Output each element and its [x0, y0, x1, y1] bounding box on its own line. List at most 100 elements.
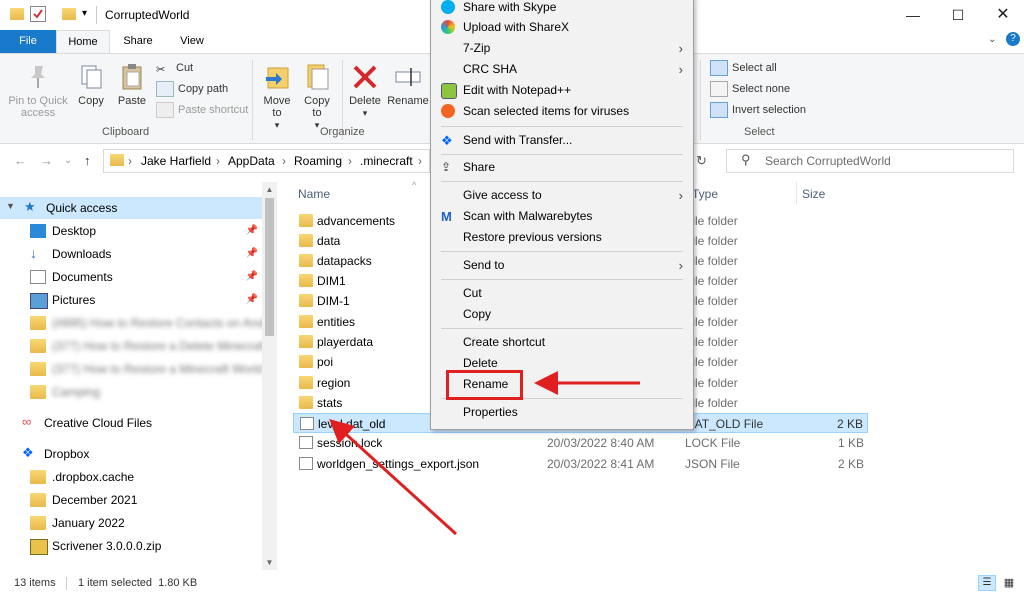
scroll-down-icon[interactable]: ▼ — [262, 555, 277, 570]
tab-file[interactable]: File — [0, 30, 56, 53]
menu-item-crc-sha[interactable]: CRC SHA › — [431, 59, 693, 80]
breadcrumb-item[interactable]: .minecraft — [360, 154, 413, 168]
copy-to-button[interactable]: Copy to ▾ — [300, 62, 334, 131]
chevron-right-icon[interactable]: › — [348, 154, 352, 168]
nav-blurred-item[interactable]: (377) How to Restore a Minecraft World — [30, 358, 263, 380]
menu-item-share[interactable]: ⇪ Share — [431, 157, 693, 178]
large-icons-view-icon[interactable]: ▦ — [1000, 575, 1018, 591]
search-box[interactable]: ⚲ Search CorruptedWorld — [726, 149, 1014, 173]
chevron-down-icon: ▾ — [274, 120, 280, 130]
cut-button[interactable]: ✂ Cut — [156, 59, 193, 77]
customize-toolbar-icon[interactable]: ▾ — [82, 8, 87, 19]
refresh-icon[interactable]: ↻ — [696, 153, 707, 169]
menu-item-cut[interactable]: Cut — [431, 283, 693, 304]
paste-shortcut-button[interactable]: Paste shortcut — [156, 101, 248, 119]
maximize-icon[interactable]: ☐ — [935, 0, 981, 30]
menu-item-malwarebytes[interactable]: M Scan with Malwarebytes — [431, 206, 693, 227]
breadcrumb-item[interactable]: AppData — [228, 154, 275, 168]
nav-desktop[interactable]: Desktop 📌 — [30, 220, 258, 242]
nav-blurred-item[interactable]: (377) How to Restore a Delete Minecraft — [30, 335, 267, 357]
copy-button[interactable]: Copy — [74, 62, 108, 107]
chevron-right-icon[interactable]: › — [282, 154, 286, 168]
nav-december-2021[interactable]: December 2021 — [30, 489, 258, 511]
nav-downloads[interactable]: ↓ Downloads 📌 — [30, 243, 258, 265]
menu-item-send-transfer[interactable]: ❖ Send with Transfer... — [431, 130, 693, 151]
breadcrumb-item[interactable]: Roaming — [294, 154, 342, 168]
paste-label: Paste — [117, 95, 147, 107]
chevron-down-icon[interactable]: ▼ — [6, 201, 15, 211]
nav-label: Downloads — [52, 247, 112, 261]
nav-quick-access[interactable]: ★ Quick access — [24, 197, 260, 219]
collapse-ribbon-icon[interactable]: ⌄ — [988, 34, 996, 45]
nav-dropbox[interactable]: ❖ Dropbox — [22, 443, 258, 465]
address-bar[interactable]: › Jake Harfield › AppData › Roaming › .m… — [103, 149, 430, 173]
tab-view[interactable]: View — [168, 30, 216, 53]
forward-icon[interactable]: → — [40, 153, 53, 168]
paste-button[interactable]: Paste — [114, 62, 150, 107]
delete-button[interactable]: Delete ▾ — [346, 62, 384, 119]
properties-icon[interactable] — [30, 6, 46, 22]
tab-home[interactable]: Home — [56, 30, 110, 54]
menu-item-restore-versions[interactable]: Restore previous versions — [431, 227, 693, 248]
menu-item-create-shortcut[interactable]: Create shortcut — [431, 332, 693, 353]
minimize-icon[interactable]: — — [890, 0, 936, 30]
menu-item-upload-sharex[interactable]: Upload with ShareX — [431, 17, 693, 38]
search-input[interactable]: Search CorruptedWorld — [765, 154, 891, 168]
nav-pictures[interactable]: Pictures 📌 — [30, 289, 258, 311]
copy-path-button[interactable]: Copy path — [156, 80, 228, 98]
menu-item-give-access[interactable]: Give access to › — [431, 185, 693, 206]
delete-x-icon — [350, 62, 380, 92]
column-header-size[interactable]: Size — [802, 187, 825, 201]
breadcrumb-item[interactable]: Jake Harfield — [141, 154, 211, 168]
select-none-button[interactable]: Select none — [710, 80, 790, 98]
invert-selection-button[interactable]: Invert selection — [710, 101, 806, 119]
nav-documents[interactable]: Documents 📌 — [30, 266, 258, 288]
column-header-name[interactable]: Name — [298, 187, 330, 201]
scroll-up-icon[interactable]: ▲ — [262, 182, 277, 197]
nav-scrollbar[interactable]: ▲ ▼ — [262, 182, 277, 570]
move-to-button[interactable]: Move to ▾ — [260, 62, 294, 131]
scrollbar-thumb[interactable] — [265, 198, 274, 336]
tab-share[interactable]: Share — [114, 30, 162, 53]
pin-quick-access-button[interactable]: Pin to Quick access — [6, 62, 70, 119]
folder-icon — [30, 470, 46, 484]
new-folder-icon[interactable] — [62, 8, 76, 20]
nav-scrivener-zip[interactable]: Scrivener 3.0.0.0.zip — [30, 535, 258, 557]
chevron-right-icon[interactable]: › — [128, 154, 132, 168]
rename-button[interactable]: Rename — [386, 62, 430, 107]
nav-blurred-item[interactable]: Camping — [30, 381, 258, 403]
pin-label: Pin to Quick access — [8, 95, 68, 119]
close-icon[interactable]: ✕ — [980, 0, 1024, 30]
menu-item-7zip[interactable]: 7-Zip › — [431, 38, 693, 59]
menu-label: Scan with Malwarebytes — [463, 209, 593, 223]
folder-icon — [299, 335, 313, 348]
chevron-right-icon[interactable]: › — [418, 154, 422, 168]
up-icon[interactable]: ↑ — [84, 153, 91, 168]
back-icon[interactable]: ← — [14, 153, 27, 168]
menu-label: Give access to — [463, 188, 542, 202]
file-name: playerdata — [317, 335, 374, 349]
nav-january-2022[interactable]: January 2022 — [30, 512, 258, 534]
menu-item-share-skype[interactable]: Share with Skype — [431, 0, 693, 18]
select-all-button[interactable]: Select all — [710, 59, 777, 77]
details-view-icon[interactable]: ☰ — [978, 575, 996, 591]
menu-item-send-to[interactable]: Send to › — [431, 255, 693, 276]
divider — [252, 60, 253, 140]
folder-icon — [299, 254, 313, 267]
recent-locations-icon[interactable]: ⌄ — [64, 155, 72, 166]
nav-creative-cloud[interactable]: ∞ Creative Cloud Files — [22, 412, 258, 434]
nav-blurred-item[interactable]: (#895) How to Restore Contacts on Andr — [30, 312, 268, 334]
menu-item-notepadpp[interactable]: Edit with Notepad++ — [431, 80, 693, 101]
folder-icon — [299, 214, 313, 227]
copy-path-icon — [156, 81, 174, 98]
help-icon[interactable]: ? — [1006, 32, 1020, 46]
nav-dropbox-cache[interactable]: .dropbox.cache — [30, 466, 258, 488]
nav-label: Dropbox — [44, 447, 90, 461]
folder-icon — [30, 362, 46, 376]
submenu-arrow-icon: › — [678, 258, 683, 273]
column-header-type[interactable]: Type — [692, 187, 718, 201]
menu-item-copy[interactable]: Copy — [431, 304, 693, 325]
menu-item-scan-viruses[interactable]: Scan selected items for viruses — [431, 101, 693, 122]
chevron-right-icon[interactable]: › — [216, 154, 220, 168]
folder-sync-icon — [30, 493, 46, 507]
